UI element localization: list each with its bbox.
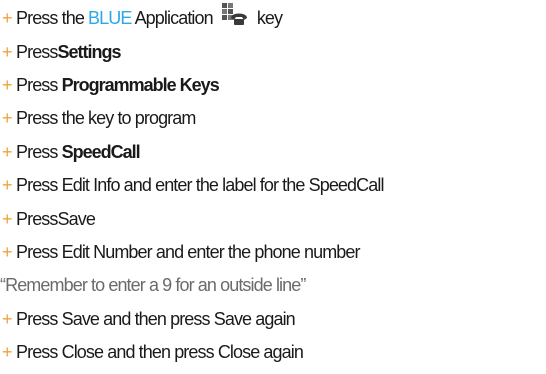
plus-bullet: +	[2, 175, 13, 195]
step-1-middle: Application	[131, 8, 214, 28]
plus-bullet: +	[2, 142, 13, 162]
step-1: + Press the BLUE Application key	[2, 2, 283, 33]
phone-application-icon	[221, 2, 249, 33]
plus-bullet: +	[2, 108, 13, 128]
step-6: + Press Edit Info and enter the label for…	[2, 172, 384, 198]
step-9-text: Press Save and then press Save again	[16, 309, 296, 329]
plus-bullet: +	[2, 309, 13, 329]
step-1-suffix: key	[252, 8, 283, 28]
step-7-text: PressSave	[16, 209, 96, 229]
step-2: + PressSettings	[2, 39, 122, 65]
step-2-prefix: Press	[16, 42, 58, 62]
plus-bullet: +	[2, 8, 13, 28]
step-1-prefix: Press the	[16, 8, 89, 28]
plus-bullet: +	[2, 342, 13, 362]
settings-label: Settings	[57, 42, 122, 62]
step-8: + Press Edit Number and enter the phone n…	[2, 239, 361, 265]
step-4-text: Press the key to program	[16, 108, 196, 128]
speedcall-label: SpeedCall	[61, 142, 141, 162]
step-5-prefix: Press	[16, 142, 62, 162]
plus-bullet: +	[2, 75, 13, 95]
step-3: + Press Programmable Keys	[2, 72, 220, 98]
step-6-text: Press Edit Info and enter the label for …	[16, 175, 384, 195]
step-5: + Press SpeedCall	[2, 139, 141, 165]
step-9: + Press Save and then press Save again	[2, 306, 296, 332]
step-3-prefix: Press	[16, 75, 62, 95]
step-7: + PressSave	[2, 206, 96, 232]
step-8-text: Press Edit Number and enter the phone nu…	[16, 242, 361, 262]
programmable-keys-label: Programmable Keys	[61, 75, 220, 95]
instruction-list: + Press the BLUE Application key + PressSe…	[0, 0, 546, 374]
blue-key-word: BLUE	[88, 8, 132, 28]
plus-bullet: +	[2, 242, 13, 262]
step-4: + Press the key to program	[2, 105, 196, 131]
outside-line-note: “Remember to enter a 9 for an outside li…	[0, 275, 306, 295]
plus-bullet: +	[2, 209, 13, 229]
step-10-text: Press Close and then press Close again	[16, 342, 304, 362]
plus-bullet: +	[2, 42, 13, 62]
step-10: + Press Close and then press Close again	[2, 339, 304, 365]
